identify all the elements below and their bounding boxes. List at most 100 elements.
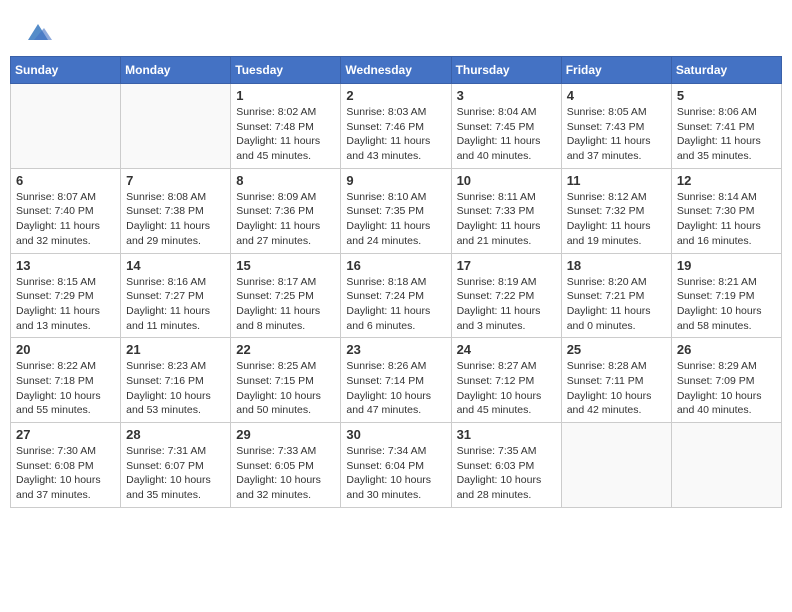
- calendar-cell: [121, 84, 231, 169]
- calendar-cell: 13 Sunrise: 8:15 AM Sunset: 7:29 PM Dayli…: [11, 253, 121, 338]
- day-header-saturday: Saturday: [671, 57, 781, 84]
- day-info: Sunrise: 8:20 AM Sunset: 7:21 PM Dayligh…: [567, 275, 666, 334]
- calendar-cell: [671, 423, 781, 508]
- calendar-cell: 16 Sunrise: 8:18 AM Sunset: 7:24 PM Dayli…: [341, 253, 451, 338]
- calendar-cell: 19Sunrise: 8:21 AM Sunset: 7:19 PM Dayli…: [671, 253, 781, 338]
- calendar-cell: 24 Sunrise: 8:27 AM Sunset: 7:12 PM Dayli…: [451, 338, 561, 423]
- day-info: Sunrise: 8:27 AM Sunset: 7:12 PM Dayligh…: [457, 359, 556, 418]
- day-number: 25: [567, 342, 666, 357]
- day-info: Sunrise: 8:18 AM Sunset: 7:24 PM Dayligh…: [346, 275, 445, 334]
- calendar-week-2: 6 Sunrise: 8:07 AM Sunset: 7:40 PM Daylig…: [11, 168, 782, 253]
- calendar-cell: 21 Sunrise: 8:23 AM Sunset: 7:16 PM Dayli…: [121, 338, 231, 423]
- calendar-cell: 17 Sunrise: 8:19 AM Sunset: 7:22 PM Dayli…: [451, 253, 561, 338]
- calendar-cell: 26 Sunrise: 8:29 AM Sunset: 7:09 PM Dayli…: [671, 338, 781, 423]
- calendar-table: SundayMondayTuesdayWednesdayThursdayFrid…: [10, 56, 782, 508]
- day-info: Sunrise: 8:06 AM Sunset: 7:41 PM Dayligh…: [677, 105, 776, 164]
- day-info: Sunrise: 8:02 AM Sunset: 7:48 PM Dayligh…: [236, 105, 335, 164]
- day-info: Sunrise: 8:23 AM Sunset: 7:16 PM Dayligh…: [126, 359, 225, 418]
- day-number: 7: [126, 173, 225, 188]
- day-info: Sunrise: 7:30 AM Sunset: 6:08 PM Dayligh…: [16, 444, 115, 503]
- calendar-cell: 28Sunrise: 7:31 AM Sunset: 6:07 PM Dayli…: [121, 423, 231, 508]
- day-info: Sunrise: 8:14 AM Sunset: 7:30 PM Dayligh…: [677, 190, 776, 249]
- day-info: Sunrise: 8:28 AM Sunset: 7:11 PM Dayligh…: [567, 359, 666, 418]
- calendar-header-row: SundayMondayTuesdayWednesdayThursdayFrid…: [11, 57, 782, 84]
- day-info: Sunrise: 8:11 AM Sunset: 7:33 PM Dayligh…: [457, 190, 556, 249]
- day-number: 16: [346, 258, 445, 273]
- day-number: 18: [567, 258, 666, 273]
- day-info: Sunrise: 8:07 AM Sunset: 7:40 PM Dayligh…: [16, 190, 115, 249]
- calendar-cell: 7 Sunrise: 8:08 AM Sunset: 7:38 PM Daylig…: [121, 168, 231, 253]
- calendar-cell: 30Sunrise: 7:34 AM Sunset: 6:04 PM Dayli…: [341, 423, 451, 508]
- day-number: 1: [236, 88, 335, 103]
- calendar-cell: 4 Sunrise: 8:05 AM Sunset: 7:43 PM Daylig…: [561, 84, 671, 169]
- day-number: 29: [236, 427, 335, 442]
- calendar-cell: 9Sunrise: 8:10 AM Sunset: 7:35 PM Daylig…: [341, 168, 451, 253]
- day-number: 20: [16, 342, 115, 357]
- day-header-friday: Friday: [561, 57, 671, 84]
- day-info: Sunrise: 8:26 AM Sunset: 7:14 PM Dayligh…: [346, 359, 445, 418]
- day-info: Sunrise: 8:15 AM Sunset: 7:29 PM Dayligh…: [16, 275, 115, 334]
- day-info: Sunrise: 8:05 AM Sunset: 7:43 PM Dayligh…: [567, 105, 666, 164]
- calendar-cell: 2Sunrise: 8:03 AM Sunset: 7:46 PM Daylig…: [341, 84, 451, 169]
- day-info: Sunrise: 8:17 AM Sunset: 7:25 PM Dayligh…: [236, 275, 335, 334]
- day-info: Sunrise: 8:16 AM Sunset: 7:27 PM Dayligh…: [126, 275, 225, 334]
- calendar-week-4: 20 Sunrise: 8:22 AM Sunset: 7:18 PM Dayli…: [11, 338, 782, 423]
- day-info: Sunrise: 8:12 AM Sunset: 7:32 PM Dayligh…: [567, 190, 666, 249]
- day-info: Sunrise: 8:03 AM Sunset: 7:46 PM Dayligh…: [346, 105, 445, 164]
- calendar-cell: 6 Sunrise: 8:07 AM Sunset: 7:40 PM Daylig…: [11, 168, 121, 253]
- calendar-cell: 3 Sunrise: 8:04 AM Sunset: 7:45 PM Daylig…: [451, 84, 561, 169]
- calendar-cell: 31 Sunrise: 7:35 AM Sunset: 6:03 PM Dayli…: [451, 423, 561, 508]
- calendar-cell: 25 Sunrise: 8:28 AM Sunset: 7:11 PM Dayli…: [561, 338, 671, 423]
- day-number: 8: [236, 173, 335, 188]
- calendar-cell: 20 Sunrise: 8:22 AM Sunset: 7:18 PM Dayli…: [11, 338, 121, 423]
- day-number: 24: [457, 342, 556, 357]
- day-number: 11: [567, 173, 666, 188]
- day-number: 14: [126, 258, 225, 273]
- calendar-week-1: 1 Sunrise: 8:02 AM Sunset: 7:48 PM Daylig…: [11, 84, 782, 169]
- day-header-thursday: Thursday: [451, 57, 561, 84]
- calendar-cell: 1 Sunrise: 8:02 AM Sunset: 7:48 PM Daylig…: [231, 84, 341, 169]
- day-number: 12: [677, 173, 776, 188]
- day-info: Sunrise: 7:35 AM Sunset: 6:03 PM Dayligh…: [457, 444, 556, 503]
- day-info: Sunrise: 8:19 AM Sunset: 7:22 PM Dayligh…: [457, 275, 556, 334]
- calendar-cell: 5Sunrise: 8:06 AM Sunset: 7:41 PM Daylig…: [671, 84, 781, 169]
- logo: [20, 18, 52, 46]
- day-info: Sunrise: 8:04 AM Sunset: 7:45 PM Dayligh…: [457, 105, 556, 164]
- day-number: 15: [236, 258, 335, 273]
- day-info: Sunrise: 8:22 AM Sunset: 7:18 PM Dayligh…: [16, 359, 115, 418]
- day-number: 22: [236, 342, 335, 357]
- logo-icon: [24, 18, 52, 46]
- calendar-cell: 14 Sunrise: 8:16 AM Sunset: 7:27 PM Dayli…: [121, 253, 231, 338]
- day-number: 31: [457, 427, 556, 442]
- day-info: Sunrise: 8:08 AM Sunset: 7:38 PM Dayligh…: [126, 190, 225, 249]
- day-header-monday: Monday: [121, 57, 231, 84]
- day-info: Sunrise: 8:10 AM Sunset: 7:35 PM Dayligh…: [346, 190, 445, 249]
- day-number: 26: [677, 342, 776, 357]
- calendar-week-3: 13 Sunrise: 8:15 AM Sunset: 7:29 PM Dayli…: [11, 253, 782, 338]
- calendar-cell: 12 Sunrise: 8:14 AM Sunset: 7:30 PM Dayli…: [671, 168, 781, 253]
- day-number: 4: [567, 88, 666, 103]
- page-header: [10, 10, 782, 50]
- calendar-week-5: 27Sunrise: 7:30 AM Sunset: 6:08 PM Dayli…: [11, 423, 782, 508]
- day-header-wednesday: Wednesday: [341, 57, 451, 84]
- day-number: 23: [346, 342, 445, 357]
- calendar-cell: 27Sunrise: 7:30 AM Sunset: 6:08 PM Dayli…: [11, 423, 121, 508]
- calendar-cell: 29 Sunrise: 7:33 AM Sunset: 6:05 PM Dayli…: [231, 423, 341, 508]
- calendar-cell: 22 Sunrise: 8:25 AM Sunset: 7:15 PM Dayli…: [231, 338, 341, 423]
- day-info: Sunrise: 7:33 AM Sunset: 6:05 PM Dayligh…: [236, 444, 335, 503]
- calendar-cell: 23 Sunrise: 8:26 AM Sunset: 7:14 PM Dayli…: [341, 338, 451, 423]
- calendar-cell: 18 Sunrise: 8:20 AM Sunset: 7:21 PM Dayli…: [561, 253, 671, 338]
- day-number: 10: [457, 173, 556, 188]
- day-info: Sunrise: 7:34 AM Sunset: 6:04 PM Dayligh…: [346, 444, 445, 503]
- day-number: 13: [16, 258, 115, 273]
- day-info: Sunrise: 7:31 AM Sunset: 6:07 PM Dayligh…: [126, 444, 225, 503]
- day-number: 6: [16, 173, 115, 188]
- day-number: 17: [457, 258, 556, 273]
- calendar-cell: [561, 423, 671, 508]
- day-header-tuesday: Tuesday: [231, 57, 341, 84]
- day-number: 3: [457, 88, 556, 103]
- day-info: Sunrise: 8:25 AM Sunset: 7:15 PM Dayligh…: [236, 359, 335, 418]
- day-info: Sunrise: 8:29 AM Sunset: 7:09 PM Dayligh…: [677, 359, 776, 418]
- calendar-cell: [11, 84, 121, 169]
- day-number: 21: [126, 342, 225, 357]
